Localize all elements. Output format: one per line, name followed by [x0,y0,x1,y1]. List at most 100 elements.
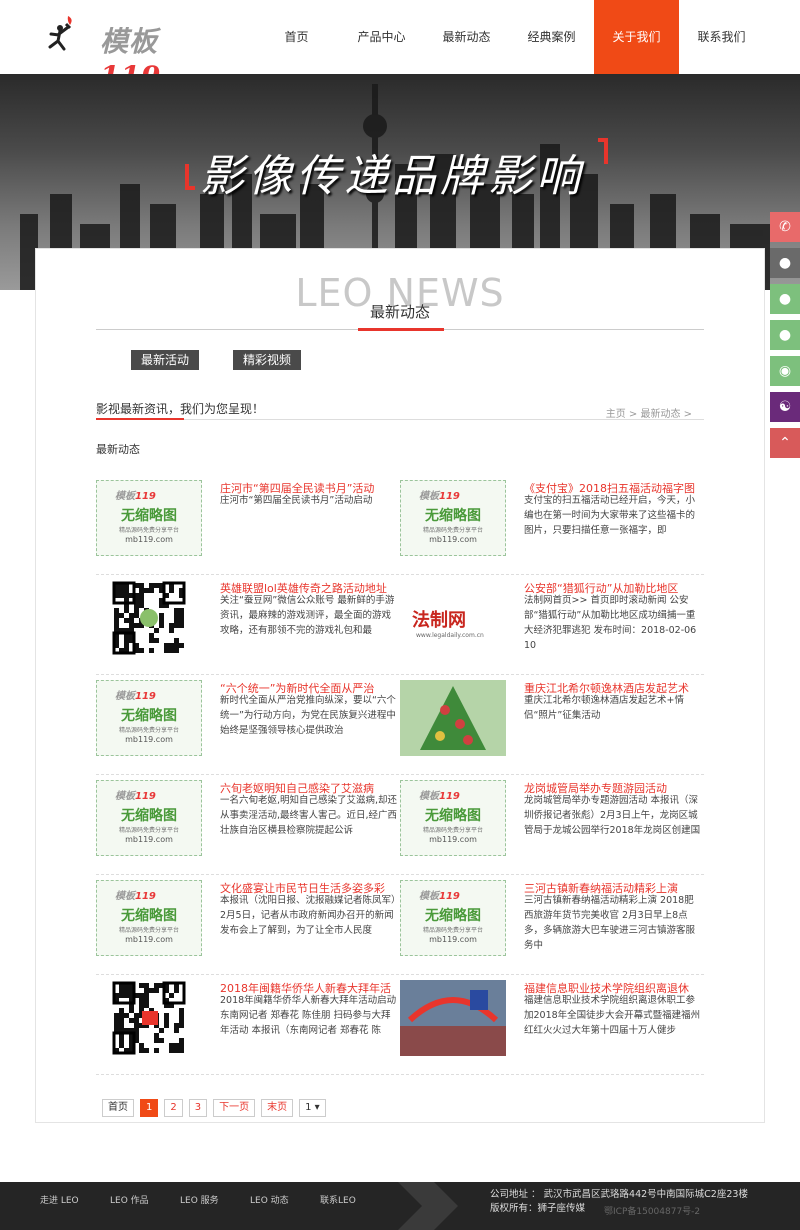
group-photo-image[interactable] [400,980,506,1056]
no-thumbnail-image[interactable]: 模板119 无缩略图 精品源码免费分享平台 mb119.com [96,680,202,756]
nav-contact[interactable]: 联系我们 [679,0,764,74]
nothumb-main: 无缩略图 [425,808,481,824]
no-thumbnail-image[interactable]: 模板119 无缩略图 精品源码免费分享平台 mb119.com [400,780,506,856]
page-select[interactable]: 1 ▾ [299,1099,326,1117]
footer-link-works[interactable]: LEO 作品 [110,1182,180,1220]
logo[interactable]: 模板119 [40,12,210,93]
tab-latest-activities[interactable]: 最新活动 [131,350,200,370]
news-item[interactable]: 重庆江北希尔顿逸林酒店发起艺术 重庆江北希尔顿逸林酒店发起艺术+情侣“照片”征集活… [400,680,700,758]
footer-link-about[interactable]: 走进 LEO [40,1182,110,1220]
news-item[interactable]: 法制网 www.legaldaily.com.cn 公安部“猎狐行动”从加勒比地区法… [400,580,700,658]
qr-code-image[interactable] [96,580,202,656]
page-next[interactable]: 下一页 [213,1099,256,1117]
news-item[interactable]: 模板119 无缩略图 精品源码免费分享平台 mb119.com 文化盛宴让市民节日生活多… [96,880,396,958]
news-item-desc: 2018年闽籍华侨华人新春大拜年活动启动 东南网记者 郑春花 陈佳朋 扫码参与大… [220,995,397,1036]
page-first[interactable]: 首页 [102,1099,134,1117]
tab-videos[interactable]: 精彩视频 [233,350,302,370]
footer-link-news[interactable]: LEO 动态 [250,1182,320,1220]
pagination: 首页 1 2 3 下一页 末页 1 ▾ [102,1099,326,1117]
nothumb-logo: 模板119 [419,791,460,802]
news-row: 模板119 无缩略图 精品源码免费分享平台 mb119.com 文化盛宴让市民节日生活多… [96,875,704,975]
phone-icon[interactable]: ✆ [770,212,800,242]
side-toolbar: ✆ ● ● ● ◉ ☯ ⌃ [770,212,800,464]
news-item-desc: 法制网首页>> 首页即时滚动新闻 公安部“猎狐行动”从加勒比地区成功缉捕一重大经… [524,595,697,651]
nav-home[interactable]: 首页 [254,0,339,74]
no-thumbnail-image[interactable]: 模板119 无缩略图精品源码免费分享平台 mb119.com [96,780,202,856]
news-row: 模板119 无缩略图 精品源码免费分享平台 mb119.com “六个统一”为新时代全面… [96,675,704,775]
news-row: 模板119 无缩略图 精品源码免费分享平台 mb119.com 庄河市“第四届全民读书月… [96,475,704,575]
page-3[interactable]: 3 [188,1099,208,1117]
nothumb-sub: 精品源码免费分享平台 [118,927,179,934]
no-thumbnail-image[interactable]: 模板119 无缩略图 精品源码免费分享平台 mb119.com [96,880,202,956]
nothumb-main: 无缩略图 [121,708,177,724]
nothumb-main: 无缩略图 [121,508,177,524]
nav-products[interactable]: 产品中心 [339,0,424,74]
tagline-accent [96,418,184,420]
news-item-desc: 三河古镇新春纳福活动精彩上演 2018肥西旅游年货节完美收官 2月3日早上8点多… [524,895,696,951]
news-item-desc: 新时代全面从严治党推向纵深，要以“六个统一”为行动方向，为党在民族复兴进程中始终… [220,695,396,736]
nothumb-main: 无缩略图 [121,808,177,824]
no-thumbnail-image[interactable]: 模板119 无缩略图 精品源码免费分享平台 mb119.com [96,480,202,556]
breadcrumb[interactable]: 主页 > 最新动态 > [606,405,692,420]
footer-link-contact[interactable]: 联系LEO [320,1182,390,1220]
page-1[interactable]: 1 [140,1099,159,1117]
nothumb-url: mb119.com [125,735,173,744]
nothumb-sub: 精品源码免费分享平台 [118,727,179,734]
site-header: 模板119 首页 产品中心 最新动态 经典案例 关于我们 联系我们 [0,0,800,93]
news-item[interactable]: 模板119 无缩略图 精品源码免费分享平台 mb119.com “六个统一”为新时代全面… [96,680,396,758]
footer-link-services[interactable]: LEO 服务 [180,1182,250,1220]
nothumb-url: mb119.com [125,535,173,544]
qq-icon[interactable]: ● [770,284,800,314]
nothumb-main: 无缩略图 [425,908,481,924]
footer-icp: 鄂ICP备15004877号-2 [604,1207,701,1217]
legal-daily-name: 法制网 [412,610,466,631]
qq-icon[interactable]: ● [770,320,800,350]
nothumb-logo: 模板119 [115,891,156,902]
weibo-icon[interactable]: ◉ [770,356,800,386]
title-accent [358,328,444,331]
qq-icon[interactable]: ● [770,248,800,278]
news-item[interactable]: 模板119 无缩略图 精品源码免费分享平台 mb119.com 庄河市“第四届全民读书月… [96,480,396,558]
news-item[interactable]: 2018年闽籍华侨华人新春大拜年活 2018年闽籍华侨华人新春大拜年活动启动 东南… [96,980,396,1058]
nothumb-logo: 模板119 [115,491,156,502]
news-item[interactable]: 模板119 无缩略图 精品源码免费分享平台 mb119.com 《支付宝》2018扫五福… [400,480,700,558]
banner-bracket-right [598,138,608,164]
nothumb-main: 无缩略图 [425,508,481,524]
nothumb-url: mb119.com [429,935,477,944]
nav-news[interactable]: 最新动态 [424,0,509,74]
list-title: 最新动态 [96,443,140,456]
nothumb-sub: 精品源码免费分享平台 [118,827,179,834]
news-item[interactable]: 模板119 无缩略图 精品源码免费分享平台 mb119.com 三河古镇新春纳福活动精彩… [400,880,700,958]
nothumb-main: 无缩略图 [121,908,177,924]
tagline-divider [96,419,704,420]
no-thumbnail-image[interactable]: 模板119 无缩略图 精品源码免费分享平台 mb119.com [400,480,506,556]
qr-code-image[interactable] [96,980,202,1056]
news-item[interactable]: 福建信息职业技术学院组织离退休 福建信息职业技术学院组织离退休职工参加2018年全… [400,980,700,1058]
news-item[interactable]: 英雄联盟lol英雄传奇之路活动地址 关注“蚕豆网”微信公众账号 最新鲜的手游资讯，… [96,580,396,658]
footer-arrow [398,1182,458,1230]
christmas-tree-image[interactable] [400,680,506,756]
news-card: LEO NEWS 最新动态 最新活动 精彩视频 影视最新资讯，我们为您呈现！ 主… [35,248,765,1123]
footer-address: 公司地址 ： 武汉市武昌区武珞路442号中南国际城C2座23楼 [490,1189,748,1200]
news-item-desc: 重庆江北希尔顿逸林酒店发起艺术+情侣“照片”征集活动 [524,695,684,721]
news-row: 英雄联盟lol英雄传奇之路活动地址 关注“蚕豆网”微信公众账号 最新鲜的手游资讯，… [96,575,704,675]
nav-about[interactable]: 关于我们 [594,0,679,74]
news-item[interactable]: 模板119 无缩略图 精品源码免费分享平台 mb119.com 龙岗城管局举办专题游园活… [400,780,700,858]
nothumb-logo: 模板119 [115,791,156,802]
back-to-top-icon[interactable]: ⌃ [770,428,800,458]
nothumb-url: mb119.com [125,835,173,844]
wechat-icon[interactable]: ☯ [770,392,800,422]
news-item[interactable]: 模板119 无缩略图 精品源码免费分享平台 mb119.com 六旬老妪明知自己感染了艾… [96,780,398,858]
nothumb-url: mb119.com [429,835,477,844]
legal-daily-logo-image[interactable]: 法制网 www.legaldaily.com.cn [400,580,506,656]
news-item-desc: 一名六旬老妪,明知自己感染了艾滋病,却还从事卖淫活动,最终害人害己。近日,经广西… [220,795,398,836]
nothumb-logo: 模板119 [419,491,460,502]
news-item-desc: 庄河市“第四届全民读书月”活动启动 [220,495,373,506]
tagline: 影视最新资讯，我们为您呈现！ [96,402,265,416]
page-2[interactable]: 2 [164,1099,183,1117]
news-row: 模板119 无缩略图 精品源码免费分享平台 mb119.com 六旬老妪明知自己感染了艾… [96,775,704,875]
page-last[interactable]: 末页 [261,1099,294,1117]
section-title-cn: 最新动态 [369,303,430,321]
nav-cases[interactable]: 经典案例 [509,0,594,74]
no-thumbnail-image[interactable]: 模板119 无缩略图 精品源码免费分享平台 mb119.com [400,880,506,956]
